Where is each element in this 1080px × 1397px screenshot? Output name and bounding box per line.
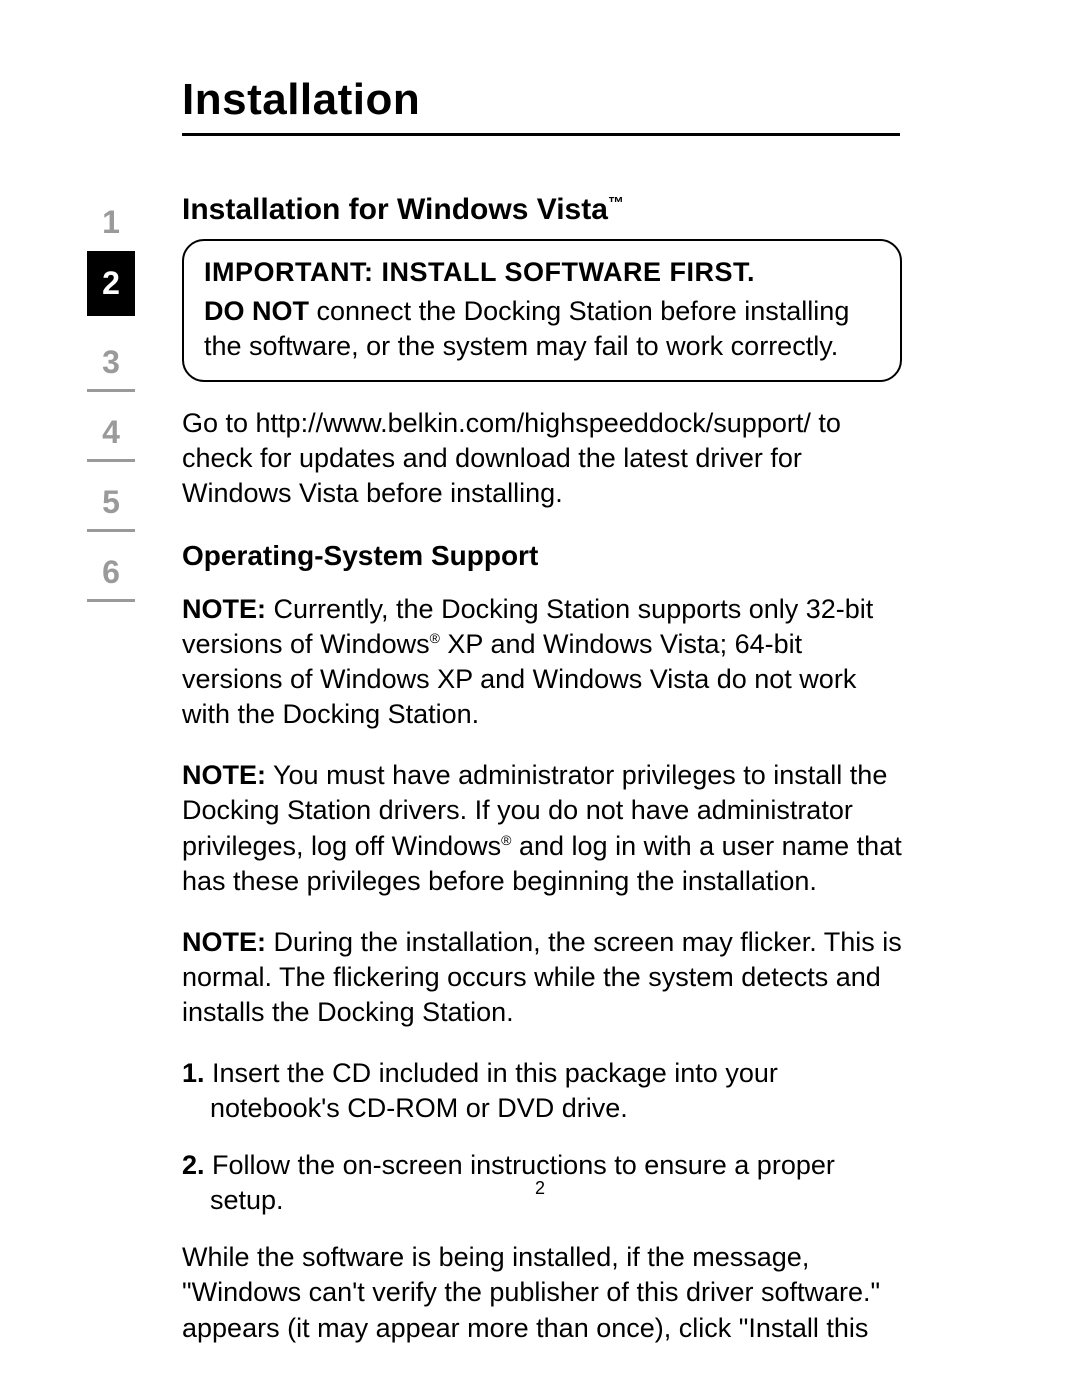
note-label: NOTE: xyxy=(182,760,266,790)
section-tab-divider xyxy=(87,459,135,462)
step-number: 1. xyxy=(182,1058,205,1088)
step-text: Insert the CD included in this package i… xyxy=(205,1058,778,1123)
section-tab-5: 5 xyxy=(87,478,135,527)
section-tab-6: 6 xyxy=(87,548,135,597)
note-label: NOTE: xyxy=(182,594,266,624)
note-admin: NOTE: You must have administrator privil… xyxy=(182,758,902,898)
section-number-sidebar: 1 2 3 4 5 6 xyxy=(87,196,147,618)
section-tab-divider xyxy=(87,389,135,392)
paragraph-while-installing: While the software is being installed, i… xyxy=(182,1240,902,1345)
page-header: Installation xyxy=(182,75,902,136)
registered-symbol: ® xyxy=(501,832,511,848)
callout-body: DO NOT connect the Docking Station befor… xyxy=(204,294,880,364)
section-tab-4: 4 xyxy=(87,408,135,457)
manual-page: Installation 1 2 3 4 5 6 Installation fo… xyxy=(0,0,1080,1397)
registered-symbol: ® xyxy=(430,630,440,646)
paragraph-update-url: Go to http://www.belkin.com/highspeeddoc… xyxy=(182,406,902,511)
callout-donot-bold: DO NOT xyxy=(204,296,309,326)
section-tab-4-block: 4 xyxy=(87,408,147,462)
section-tab-3-block: 3 xyxy=(87,338,147,392)
callout-important-heading: IMPORTANT: INSTALL SOFTWARE FIRST. xyxy=(204,255,880,290)
heading-os-support: Operating-System Support xyxy=(182,538,902,574)
section-tab-2-active: 2 xyxy=(87,251,135,316)
trademark-symbol: ™ xyxy=(608,195,624,212)
section-tab-5-block: 5 xyxy=(87,478,147,532)
important-callout-box: IMPORTANT: INSTALL SOFTWARE FIRST. DO NO… xyxy=(182,239,902,382)
note-32bit: NOTE: Currently, the Docking Station sup… xyxy=(182,592,902,732)
section-tab-3: 3 xyxy=(87,338,135,387)
section-subtitle: Installation for Windows Vista™ xyxy=(182,190,902,229)
section-tab-divider xyxy=(87,599,135,602)
title-underline xyxy=(182,133,900,136)
section-tab-1: 1 xyxy=(87,196,135,251)
subtitle-text: Installation for Windows Vista xyxy=(182,193,608,226)
page-number: 2 xyxy=(0,1178,1080,1199)
note-flicker: NOTE: During the installation, the scree… xyxy=(182,925,902,1030)
note-label: NOTE: xyxy=(182,927,266,957)
content-column: Installation for Windows Vista™ IMPORTAN… xyxy=(182,190,902,1346)
note-text: During the installation, the screen may … xyxy=(182,927,902,1027)
section-tab-6-block: 6 xyxy=(87,548,147,602)
section-tab-divider xyxy=(87,529,135,532)
page-title: Installation xyxy=(182,75,902,131)
step-number: 2. xyxy=(182,1150,205,1180)
install-step-1: 1. Insert the CD included in this packag… xyxy=(182,1056,902,1126)
